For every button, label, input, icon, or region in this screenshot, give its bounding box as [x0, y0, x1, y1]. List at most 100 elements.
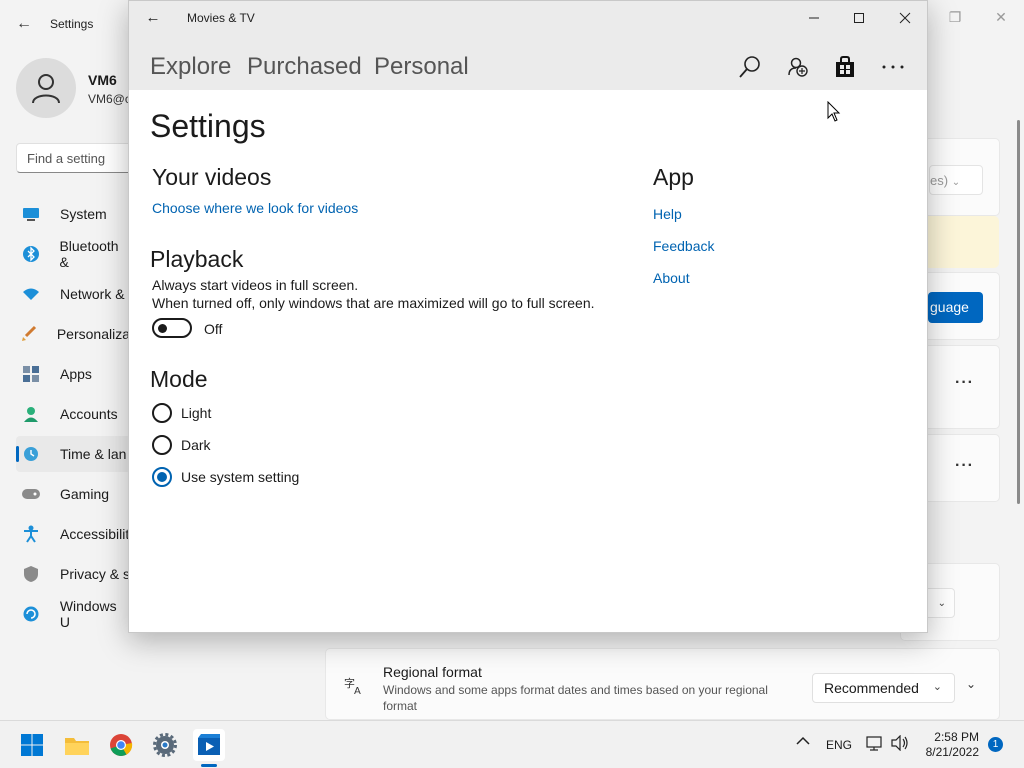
playback-description-line1: Always start videos in full screen. — [152, 277, 359, 293]
maximize-icon[interactable] — [836, 5, 882, 31]
sidebar-item-time-language[interactable]: Time & lan — [20, 436, 130, 472]
movies-tv-window: ← Movies & TV Explore Purchased Personal… — [128, 0, 928, 633]
add-language-button[interactable]: guage — [928, 292, 983, 323]
start-windows-icon[interactable] — [16, 729, 48, 761]
regional-format-card: 字A Regional format Windows and some apps… — [325, 648, 1000, 720]
sidebar-item-windows-update[interactable]: Windows U — [20, 596, 130, 632]
tab-personal[interactable]: Personal — [374, 53, 469, 81]
bg-warning-banner — [928, 216, 999, 268]
bg-window-title: Settings — [50, 17, 94, 31]
bg-close-icon[interactable]: ✕ — [986, 8, 1016, 28]
more-options-icon[interactable]: ··· — [955, 457, 974, 475]
sidebar-item-apps[interactable]: Apps — [20, 356, 130, 392]
radio-dark[interactable]: Dark — [152, 434, 211, 456]
feedback-link[interactable]: Feedback — [653, 238, 714, 254]
notification-badge[interactable]: 1 — [988, 737, 1003, 752]
toggle-knob — [158, 324, 167, 333]
radio-light[interactable]: Light — [152, 402, 211, 424]
language-format-icon: 字A — [344, 676, 364, 700]
nav-active-indicator — [16, 446, 19, 462]
sidebar-item-accounts[interactable]: Accounts — [20, 396, 130, 432]
movies-tv-header: ← Movies & TV Explore Purchased Personal — [129, 1, 927, 90]
sidebar-item-system[interactable]: System — [20, 196, 130, 232]
radio-label: Light — [181, 405, 212, 421]
radio-label: Dark — [181, 437, 211, 453]
more-icon[interactable] — [879, 53, 907, 81]
person-icon — [20, 405, 42, 423]
sidebar-item-label: Accounts — [60, 406, 118, 422]
sidebar-item-privacy[interactable]: Privacy & s — [20, 556, 130, 592]
user-email: VM6@c — [88, 92, 131, 106]
sidebar-item-label: Accessibilit — [60, 526, 130, 542]
radio-button-selected[interactable] — [152, 467, 172, 487]
choose-video-folders-link[interactable]: Choose where we look for videos — [152, 200, 358, 216]
active-app-indicator — [201, 764, 217, 767]
settings-search-input[interactable]: Find a setting — [16, 143, 136, 173]
bg-back-icon[interactable]: ← — [14, 14, 34, 34]
chrome-icon[interactable] — [105, 729, 137, 761]
back-arrow-icon[interactable]: ← — [143, 8, 163, 28]
sidebar-item-label: Apps — [60, 366, 92, 382]
minimize-icon[interactable] — [791, 5, 837, 31]
show-hidden-icons-chevron-icon[interactable] — [796, 735, 810, 749]
sidebar-item-accessibility[interactable]: Accessibilit — [20, 516, 130, 552]
more-options-icon[interactable]: ··· — [955, 374, 974, 392]
scrollbar[interactable] — [1017, 120, 1020, 504]
clock[interactable]: 2:58 PM 8/21/2022 — [925, 730, 979, 760]
sidebar-item-label: Privacy & s — [60, 566, 131, 582]
playback-heading: Playback — [150, 246, 244, 272]
regional-format-description: Windows and some apps format dates and t… — [383, 683, 768, 713]
shield-icon — [20, 565, 42, 583]
sidebar-item-bluetooth[interactable]: Bluetooth & — [20, 236, 130, 272]
taskbar: ENG 2:58 PM 8/21/2022 1 — [0, 720, 1024, 768]
wifi-icon — [20, 285, 42, 303]
expand-chevron-icon[interactable]: ⌄ — [966, 677, 976, 691]
sidebar-item-label: Bluetooth & — [59, 238, 119, 270]
regional-format-select[interactable]: Recommended ⌄ — [812, 673, 955, 703]
bg-language-select[interactable]: es) ⌄ — [929, 165, 983, 195]
sidebar-item-label: Network & — [60, 286, 125, 302]
user-name: VM6 — [88, 72, 117, 88]
radio-button[interactable] — [152, 403, 172, 423]
radio-use-system-setting[interactable]: Use system setting — [152, 466, 299, 488]
regional-format-value: Recommended — [824, 680, 919, 696]
svg-text:A: A — [354, 686, 361, 695]
sidebar-item-label: Gaming — [60, 486, 110, 502]
clock-date: 8/21/2022 — [925, 745, 979, 759]
tab-explore[interactable]: Explore — [150, 53, 231, 81]
person-icon — [32, 74, 60, 104]
sidebar-item-label: Personaliza — [56, 326, 130, 342]
regional-format-title: Regional format — [383, 664, 482, 680]
sidebar-item-gaming[interactable]: Gaming — [20, 476, 130, 512]
sidebar-item-label: Windows U — [59, 598, 117, 630]
page-title: Settings — [150, 108, 266, 144]
monitor-icon — [20, 205, 42, 223]
bg-maximize-icon[interactable]: ❐ — [940, 8, 970, 28]
sidebar-item-personalization[interactable]: Personaliza — [20, 316, 130, 352]
volume-icon[interactable] — [891, 734, 909, 754]
sidebar-item-network[interactable]: Network & — [20, 276, 130, 312]
apps-icon — [20, 365, 42, 383]
tab-purchased[interactable]: Purchased — [247, 53, 362, 81]
movies-tv-taskbar-icon[interactable] — [193, 729, 225, 761]
file-explorer-icon[interactable] — [61, 729, 93, 761]
account-add-icon[interactable] — [784, 53, 812, 81]
close-icon[interactable] — [882, 5, 928, 31]
radio-button[interactable] — [152, 435, 172, 455]
app-heading: App — [653, 164, 694, 190]
avatar — [16, 58, 76, 118]
input-language-indicator[interactable]: ENG — [826, 738, 852, 752]
network-icon[interactable] — [866, 735, 884, 754]
chevron-down-icon: ⌄ — [932, 681, 942, 693]
fullscreen-toggle[interactable] — [152, 318, 192, 338]
refresh-icon — [20, 605, 42, 623]
about-link[interactable]: About — [653, 270, 690, 286]
clock-time: 2:58 PM — [934, 730, 979, 744]
store-icon[interactable] — [831, 53, 859, 81]
search-icon[interactable] — [736, 53, 764, 81]
help-link[interactable]: Help — [653, 206, 682, 222]
gamepad-icon — [20, 485, 42, 503]
settings-gear-icon[interactable] — [149, 729, 181, 761]
your-videos-heading: Your videos — [152, 164, 272, 190]
sidebar-item-label: Time & lan — [60, 446, 127, 462]
